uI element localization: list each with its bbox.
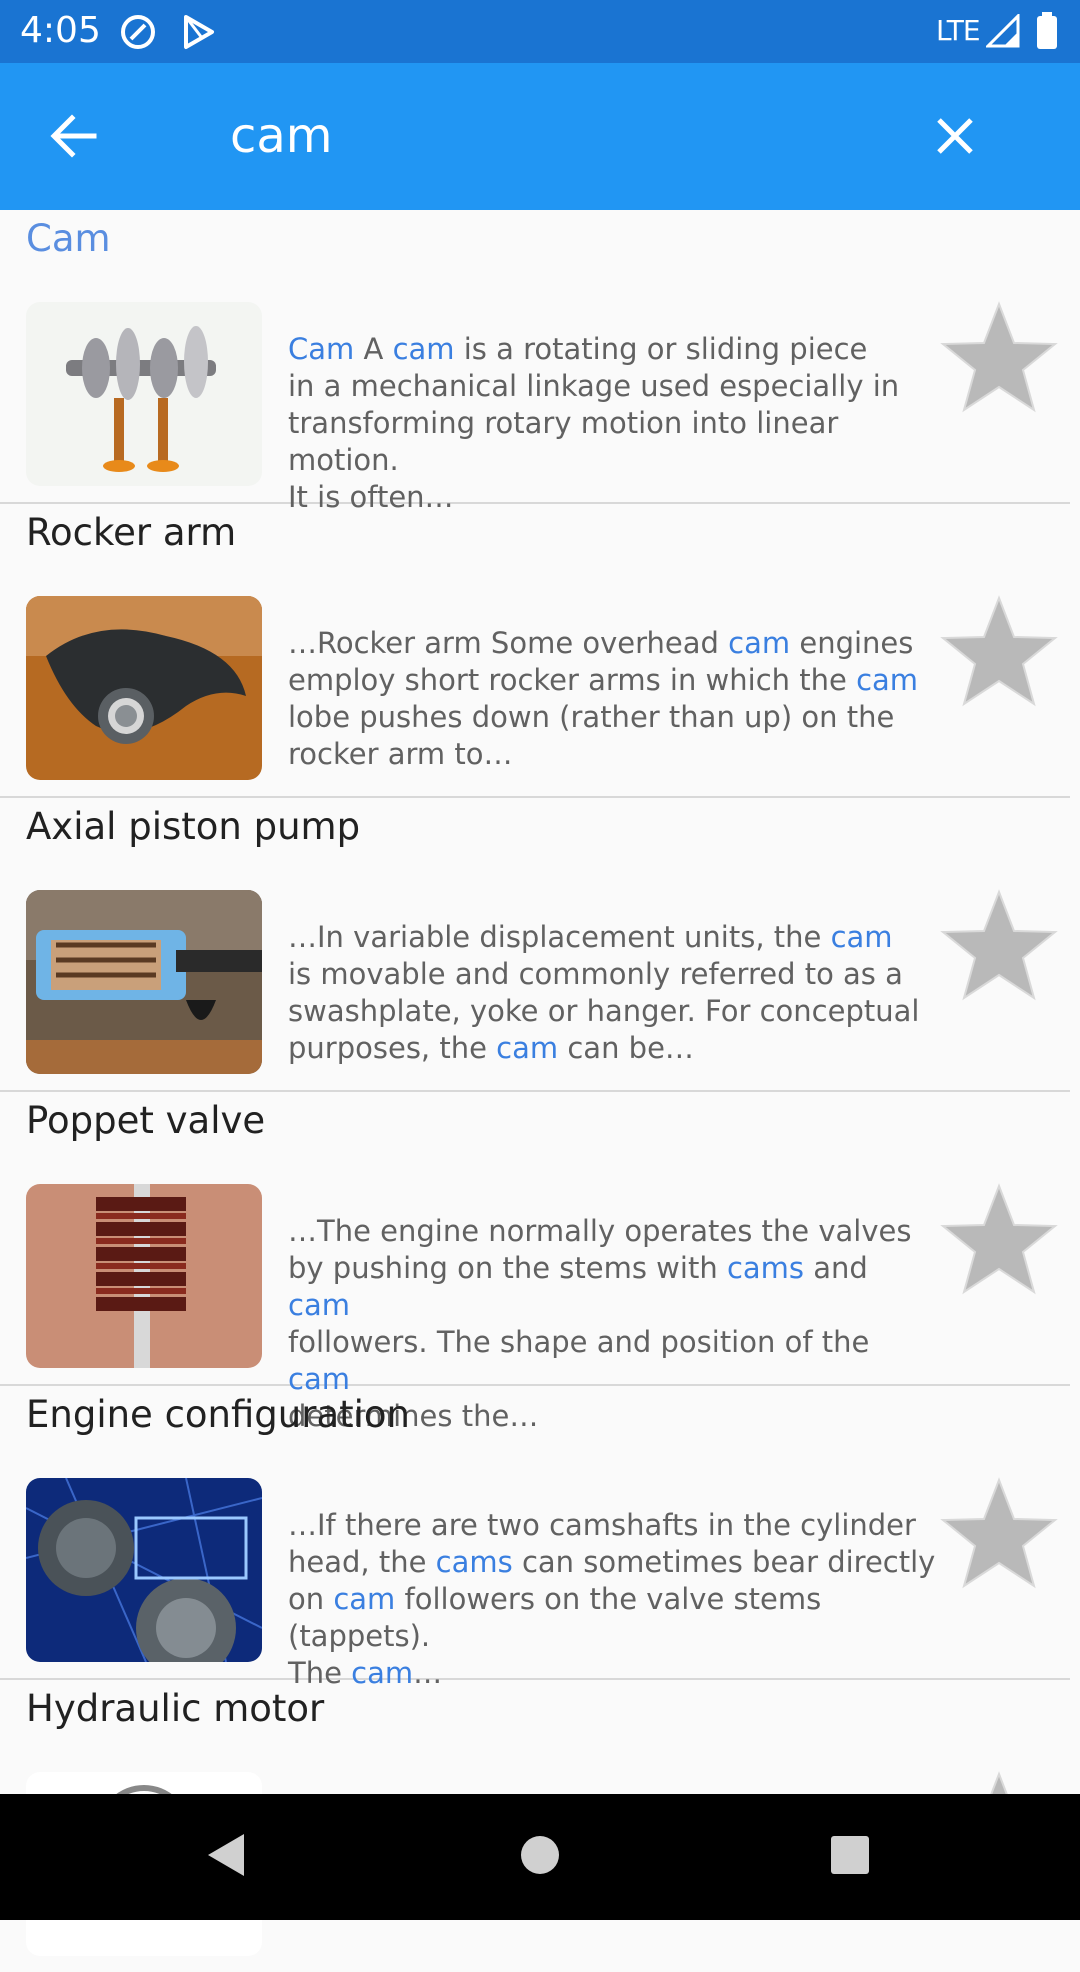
result-snippet: …Rocker arm Some overhead cam engines em…	[288, 625, 938, 773]
result-title: Axial piston pump	[26, 805, 361, 848]
highlighted-term: cam	[856, 663, 919, 697]
vpn-shield-icon	[118, 12, 158, 56]
favorite-button[interactable]	[938, 298, 1060, 416]
highlighted-term: cam	[728, 626, 791, 660]
result-snippet: …If there are two camshafts in the cylin…	[288, 1507, 938, 1692]
nav-recents-button[interactable]	[830, 1832, 870, 1882]
snippet-text: lobe pushes down (rather than up) on the…	[288, 700, 895, 771]
snippet-text: and	[804, 1251, 868, 1285]
square-recents-icon	[831, 1836, 869, 1874]
highlighted-term: cam	[496, 1031, 559, 1065]
result-snippet: Cam A cam is a rotating or sliding piece…	[288, 331, 938, 516]
system-navigation-bar	[0, 1794, 1080, 1920]
star-icon	[940, 595, 1058, 707]
list-item[interactable]: Poppet valve …The engine normally operat…	[0, 1092, 1070, 1433]
highlighted-term: cam	[830, 920, 893, 954]
favorite-button[interactable]	[938, 1474, 1060, 1592]
favorite-button[interactable]	[938, 592, 1060, 710]
result-snippet: …In variable displacement units, the cam…	[288, 919, 938, 1067]
favorite-button[interactable]	[938, 886, 1060, 1004]
snippet-text: followers. The shape and position of the	[288, 1325, 870, 1359]
star-icon	[940, 301, 1058, 413]
result-title: Poppet valve	[26, 1099, 266, 1142]
battery-icon	[1036, 12, 1058, 54]
close-icon	[937, 118, 973, 154]
status-time: 4:05	[20, 10, 101, 51]
snippet-text: can be…	[558, 1031, 694, 1065]
result-title: Cam	[26, 217, 111, 260]
highlighted-term: cam	[333, 1582, 396, 1616]
signal-icon	[984, 12, 1020, 52]
network-type: LTE	[936, 14, 981, 47]
back-button[interactable]	[44, 106, 104, 166]
thumbnail-poppet-valve	[26, 1184, 262, 1368]
snippet-text: …Rocker arm Some overhead	[288, 626, 729, 660]
highlighted-term: Cam	[288, 332, 355, 366]
thumbnail-cam	[26, 302, 262, 486]
nav-home-button[interactable]	[520, 1832, 560, 1882]
snippet-text: …In variable displacement units, the	[288, 920, 831, 954]
list-item[interactable]: Engine configuration …If there are two c…	[0, 1386, 1070, 1690]
result-title: Hydraulic motor	[26, 1687, 325, 1730]
circle-home-icon	[521, 1836, 559, 1874]
search-toolbar	[0, 63, 1080, 210]
status-bar: 4:05 LTE	[0, 0, 1080, 63]
star-icon	[940, 1183, 1058, 1295]
snippet-text: A	[354, 332, 393, 366]
result-title: Rocker arm	[26, 511, 237, 554]
favorite-button[interactable]	[938, 1180, 1060, 1298]
arrow-left-icon	[50, 114, 97, 158]
thumbnail-axial-piston-pump	[26, 890, 262, 1074]
list-item[interactable]: Rocker arm …Rocker arm Some overhead cam…	[0, 504, 1070, 798]
results-list: Cam Cam A cam is a rotating or sliding p…	[0, 210, 1080, 1972]
list-item[interactable]: Axial piston pump …In variable displacem…	[0, 798, 1070, 1092]
list-item[interactable]: Cam Cam A cam is a rotating or sliding p…	[0, 210, 1070, 514]
thumbnail-rocker-arm	[26, 596, 262, 780]
star-icon	[940, 1477, 1058, 1589]
thumbnail-engine-configuration	[26, 1478, 262, 1662]
highlighted-term: cams	[435, 1545, 513, 1579]
search-input[interactable]	[230, 103, 890, 169]
clear-search-button[interactable]	[925, 106, 985, 166]
nav-back-button[interactable]	[206, 1832, 246, 1882]
highlighted-term: cam	[288, 1288, 350, 1322]
highlighted-term: cam	[392, 332, 455, 366]
star-icon	[940, 889, 1058, 1001]
triangle-back-icon	[208, 1834, 244, 1876]
highlighted-term: cams	[726, 1251, 805, 1285]
play-store-icon	[178, 12, 218, 56]
result-title: Engine configuration	[26, 1393, 411, 1436]
